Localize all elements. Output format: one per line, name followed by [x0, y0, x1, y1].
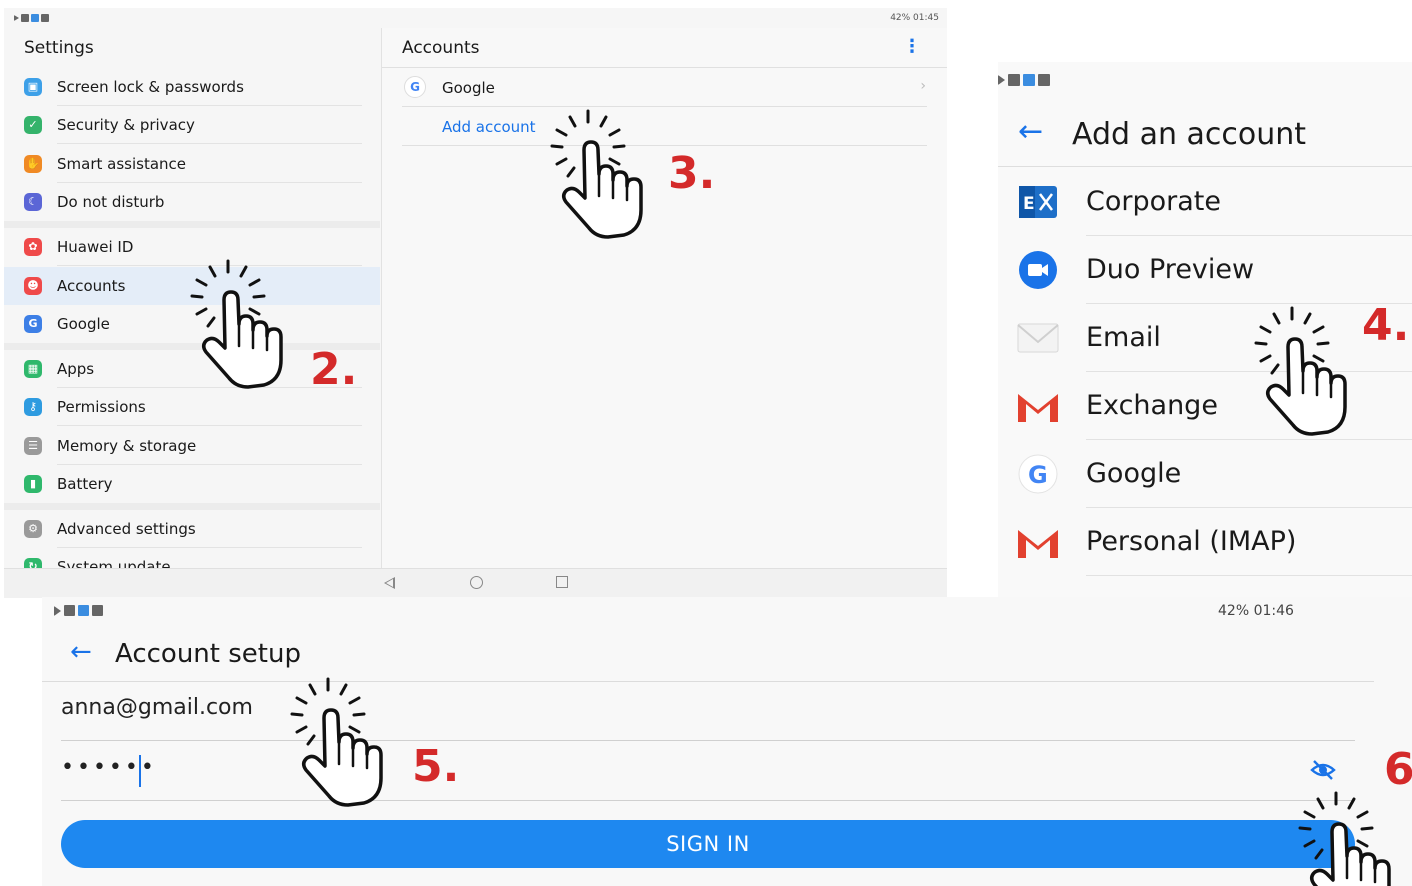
settings-title: Settings: [24, 38, 94, 58]
settings-item-label: Battery: [57, 475, 113, 493]
step-number-4: 4.: [1362, 300, 1410, 351]
email-field[interactable]: anna@gmail.com: [61, 695, 253, 720]
status-bar: 42% 01:45: [4, 8, 947, 28]
password-field[interactable]: ••••••: [61, 755, 157, 780]
sign-in-button[interactable]: SIGN IN: [61, 820, 1355, 868]
account-type-label: Google: [1086, 458, 1182, 489]
settings-item-label: Permissions: [57, 398, 146, 416]
chevron-right-icon: ›: [920, 78, 926, 94]
account-google-label: Google: [442, 79, 495, 97]
page-title: Account setup: [115, 639, 301, 669]
settings-item-label: Huawei ID: [57, 238, 134, 256]
account-type-google[interactable]: G Google: [998, 440, 1412, 508]
storage-icon: ☰: [24, 437, 42, 455]
settings-item-label: Apps: [57, 360, 95, 378]
settings-item-label: Advanced settings: [57, 520, 196, 538]
recents-nav-icon[interactable]: [556, 576, 568, 588]
settings-item-memory[interactable]: ☰ Memory & storage: [4, 427, 380, 465]
account-type-duo[interactable]: Duo Preview: [998, 236, 1412, 304]
google-icon: G: [1018, 454, 1058, 494]
status-icons: [14, 13, 51, 23]
moon-icon: ☾: [24, 193, 42, 211]
account-type-label: Personal (IMAP): [1086, 526, 1297, 557]
settings-item-battery[interactable]: ▮ Battery: [4, 465, 380, 503]
nav-bar: [4, 568, 947, 598]
settings-item-screen-lock[interactable]: ▣ Screen lock & passwords: [4, 68, 380, 106]
settings-item-smart-assistance[interactable]: ✋ Smart assistance: [4, 145, 380, 183]
tap-gesture-icon: [290, 677, 383, 807]
accounts-pane: Accounts ⋮ G Google › Add account: [381, 28, 947, 568]
account-type-label: Corporate: [1086, 186, 1221, 217]
key-icon: ⚷: [24, 398, 42, 416]
tap-gesture-icon: [1254, 306, 1347, 436]
more-options-icon[interactable]: ⋮: [903, 36, 921, 57]
gmail-icon: [1018, 530, 1058, 558]
status-icons: [54, 603, 106, 617]
account-google-row[interactable]: G Google ›: [402, 68, 928, 106]
settings-item-do-not-disturb[interactable]: ☾ Do not disturb: [4, 183, 380, 221]
text-caret: [139, 755, 141, 787]
battery-icon: ▮: [24, 475, 42, 493]
settings-screen: 42% 01:45 Settings ▣ Screen lock & passw…: [4, 8, 947, 598]
home-nav-icon[interactable]: [470, 576, 483, 589]
accounts-title: Accounts: [402, 38, 480, 58]
settings-item-label: Google: [57, 315, 110, 333]
svg-text:G: G: [1028, 461, 1048, 489]
tap-gesture-icon: [190, 259, 283, 389]
eye-off-icon[interactable]: [1310, 757, 1336, 783]
tap-gesture-icon: [1298, 791, 1391, 886]
back-nav-icon[interactable]: [384, 577, 395, 589]
status-bar: [998, 72, 1053, 92]
back-arrow-icon[interactable]: ←: [70, 637, 92, 667]
account-type-corporate[interactable]: E Corporate: [998, 168, 1412, 236]
google-icon: G: [404, 76, 426, 98]
status-time: 42% 01:45: [890, 13, 939, 23]
status-time: 42% 01:46: [1218, 603, 1294, 619]
settings-item-security[interactable]: ✓ Security & privacy: [4, 106, 380, 144]
svg-text:E: E: [1023, 194, 1035, 214]
user-icon: ☻: [24, 277, 42, 295]
exchange-icon: E: [1019, 186, 1057, 218]
shield-icon: ✓: [24, 116, 42, 134]
step-number-2: 2.: [310, 344, 358, 395]
google-icon: G: [24, 315, 42, 333]
settings-item-label: Accounts: [57, 277, 126, 295]
settings-item-label: Screen lock & passwords: [57, 78, 244, 96]
settings-item-label: Smart assistance: [57, 155, 187, 173]
gear-icon: ⚙: [24, 520, 42, 538]
account-setup-screen: 42% 01:46 ← Account setup anna@gmail.com…: [42, 597, 1412, 886]
settings-item-label: Do not disturb: [57, 193, 165, 211]
duo-icon: [1019, 251, 1057, 289]
account-type-label: Exchange: [1086, 390, 1218, 421]
step-number-5: 5.: [412, 741, 460, 792]
tap-gesture-icon: [550, 109, 643, 239]
back-arrow-icon[interactable]: ←: [1018, 112, 1043, 152]
settings-item-advanced[interactable]: ⚙ Advanced settings: [4, 510, 380, 548]
page-title: Add an account: [1072, 117, 1307, 152]
account-type-personal-imap[interactable]: Personal (IMAP): [998, 508, 1412, 576]
step-number-3: 3.: [668, 148, 716, 199]
account-type-label: Duo Preview: [1086, 254, 1255, 285]
step-number-6: 6: [1384, 744, 1412, 795]
settings-item-label: Security & privacy: [57, 116, 195, 134]
settings-item-label: Memory & storage: [57, 437, 197, 455]
email-icon: [1017, 323, 1059, 353]
huawei-icon: ✿: [24, 238, 42, 256]
gmail-icon: [1018, 394, 1058, 422]
hand-icon: ✋: [24, 155, 42, 173]
add-account-link[interactable]: Add account: [442, 118, 536, 136]
account-type-label: Email: [1086, 322, 1161, 353]
apps-icon: ▦: [24, 360, 42, 378]
lock-icon: ▣: [24, 78, 42, 96]
